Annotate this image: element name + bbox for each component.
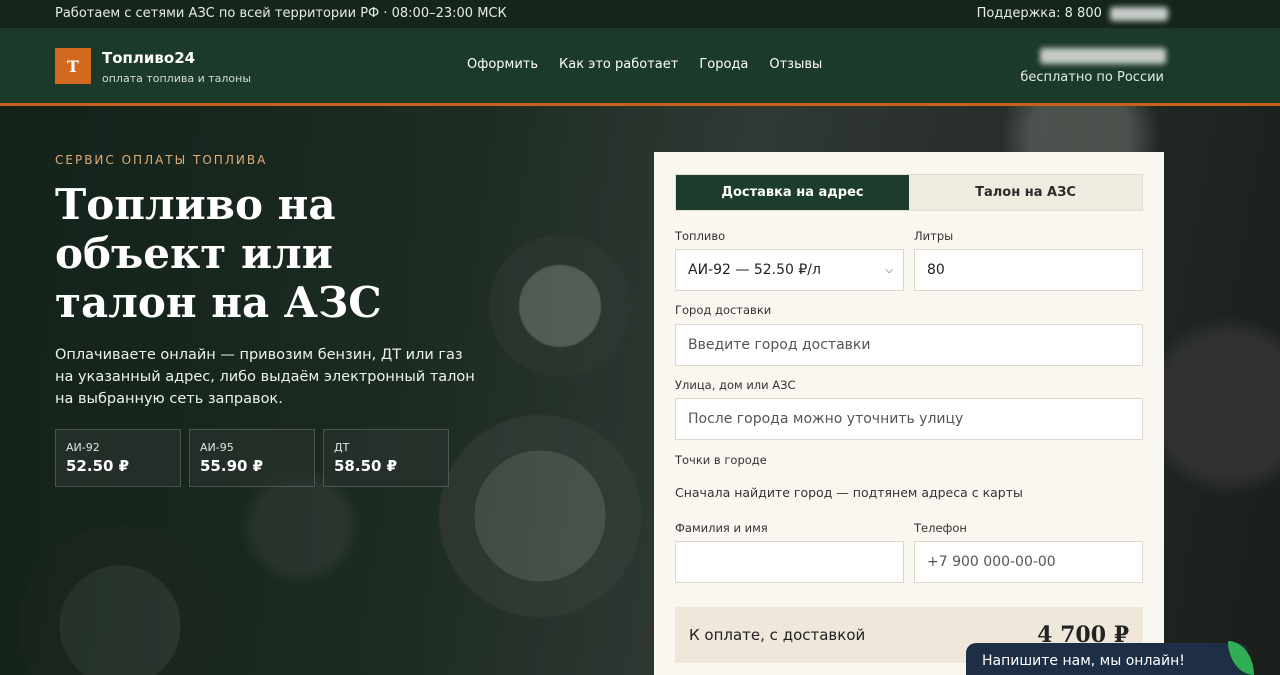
tab-coupon[interactable]: Талон на АЗС <box>909 175 1142 210</box>
phone-input[interactable]: +7 900 000-00-00 <box>914 541 1143 583</box>
street-label: Улица, дом или АЗС <box>675 378 796 392</box>
chat-widget[interactable]: Напишите нам, мы онлайн! <box>966 641 1254 675</box>
city-label: Город доставки <box>675 303 772 317</box>
fuel-select[interactable]: АИ-92 — 52.50 ₽/л ⌵ <box>675 249 904 291</box>
brand-tagline: оплата топлива и талоны <box>102 72 251 85</box>
site-header: Т Топливо24 оплата топлива и талоны Офор… <box>0 28 1280 106</box>
support-label: Поддержка: 8 800 <box>976 6 1102 21</box>
price-label: ДТ <box>334 441 350 454</box>
price-card-ai95: АИ-95 55.90 ₽ <box>189 429 315 487</box>
hero-description: Оплачиваете онлайн — привозим бензин, ДТ… <box>55 347 475 407</box>
city-input[interactable]: Введите город доставки <box>675 324 1143 366</box>
name-input[interactable] <box>675 541 904 583</box>
price-value: 55.90 ₽ <box>200 457 264 475</box>
price-label: АИ-92 <box>66 441 100 454</box>
hero-title: Топливо на объект или талон на АЗС <box>55 180 382 327</box>
liters-input[interactable]: 80 <box>914 249 1143 291</box>
price-label: АИ-95 <box>200 441 234 454</box>
name-label: Фамилия и имя <box>675 521 768 535</box>
price-value: 52.50 ₽ <box>66 457 130 475</box>
top-info-bar: Работаем с сетями АЗС по всей территории… <box>0 0 1280 28</box>
fuel-label: Топливо <box>675 229 726 243</box>
header-phone-blurred[interactable] <box>1040 48 1166 64</box>
fuel-select-value: АИ-92 — 52.50 ₽/л <box>688 262 821 278</box>
chevron-down-icon: ⌵ <box>885 265 893 276</box>
price-card-ai92: АИ-92 52.50 ₽ <box>55 429 181 487</box>
nav-order[interactable]: Оформить <box>467 57 538 72</box>
nav-how-it-works[interactable]: Как это работает <box>559 57 678 72</box>
delivery-tabs: Доставка на адрес Талон на АЗС <box>675 174 1143 211</box>
hero-eyebrow: СЕРВИС ОПЛАТЫ ТОПЛИВА <box>55 153 268 167</box>
tab-delivery[interactable]: Доставка на адрес <box>676 175 909 210</box>
blurred-phone-digits <box>1110 6 1168 21</box>
phone-label: Телефон <box>914 521 967 535</box>
price-value: 58.50 ₽ <box>334 457 398 475</box>
chat-label: Напишите нам, мы онлайн! <box>982 653 1185 669</box>
total-label: К оплате, с доставкой <box>689 626 866 644</box>
fuel-prices: АИ-92 52.50 ₽ АИ-95 55.90 ₽ ДТ 58.50 ₽ <box>55 429 449 487</box>
points-label: Точки в городе <box>675 453 767 467</box>
logo-icon[interactable]: Т <box>55 48 91 84</box>
brand-name[interactable]: Топливо24 <box>102 49 195 67</box>
hero-section: СЕРВИС ОПЛАТЫ ТОПЛИВА Топливо на объект … <box>0 106 1280 675</box>
work-hours-text: Работаем с сетями АЗС по всей территории… <box>55 6 507 21</box>
order-form: Доставка на адрес Талон на АЗС Топливо А… <box>654 152 1164 675</box>
liters-label: Литры <box>914 229 954 243</box>
main-nav: Оформить Как это работает Города Отзывы <box>467 57 822 72</box>
nav-cities[interactable]: Города <box>699 57 748 72</box>
points-hint: Сначала найдите город — подтянем адреса … <box>675 485 1023 500</box>
street-input[interactable]: После города можно уточнить улицу <box>675 398 1143 440</box>
support-phone[interactable]: Поддержка: 8 800 <box>977 6 1168 21</box>
free-call-note: бесплатно по России <box>1020 70 1164 85</box>
nav-reviews[interactable]: Отзывы <box>769 57 822 72</box>
price-card-diesel: ДТ 58.50 ₽ <box>323 429 449 487</box>
